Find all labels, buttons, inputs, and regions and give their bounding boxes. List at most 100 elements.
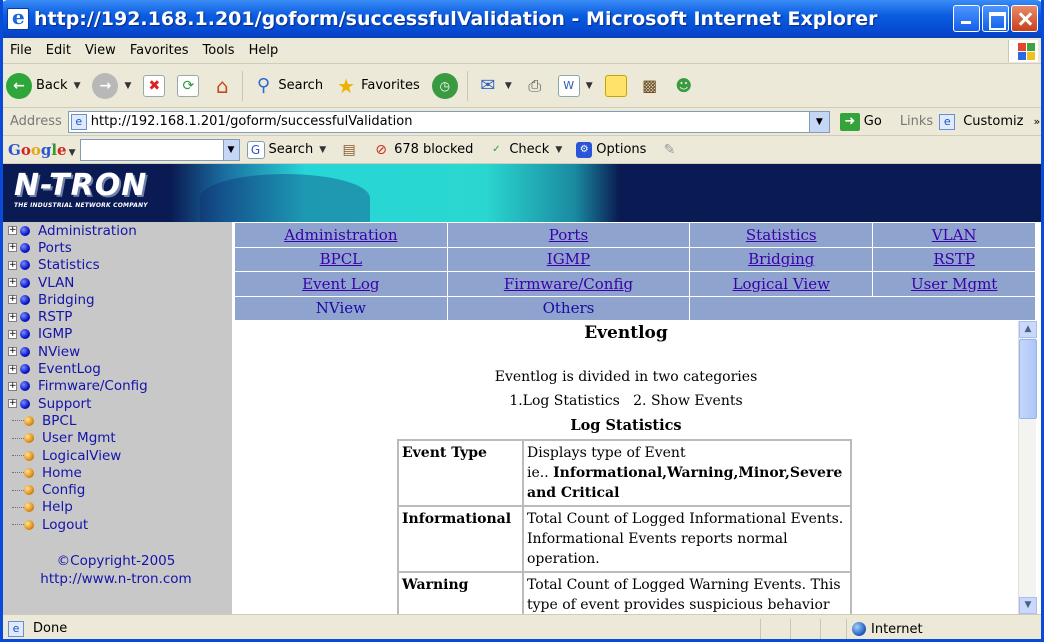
google-logo[interactable]: Google ▼ bbox=[0, 141, 80, 159]
standard-toolbar: ← Back ▼ → ▼ ✖ ⟳ ⌂ ⚲ Search ★ Favorites … bbox=[0, 64, 1044, 108]
intro-text: Eventlog is divided in two categories bbox=[494, 369, 758, 385]
sidebar-item-user-mgmt[interactable]: User Mgmt bbox=[8, 430, 148, 447]
menu-help[interactable]: Help bbox=[242, 43, 286, 58]
nav-vlan[interactable]: VLAN bbox=[872, 222, 1036, 248]
google-input-dropdown-icon[interactable]: ▼ bbox=[222, 139, 239, 160]
expand-icon[interactable]: + bbox=[8, 278, 17, 288]
scroll-up-icon[interactable]: ▲ bbox=[1019, 321, 1037, 338]
nav-administration[interactable]: Administration bbox=[234, 222, 448, 248]
window-title-bar[interactable]: http://192.168.1.201/goform/successfulVa… bbox=[0, 0, 1044, 38]
nav-firmware-config[interactable]: Firmware/Config bbox=[446, 271, 691, 297]
news-button[interactable]: ▤ bbox=[333, 141, 365, 159]
nav-igmp[interactable]: IGMP bbox=[446, 246, 691, 272]
sidebar-item-logicalview[interactable]: LogicalView bbox=[8, 447, 148, 464]
research-button[interactable]: ▩ bbox=[633, 68, 667, 104]
menu-view[interactable]: View bbox=[78, 43, 123, 58]
links-label[interactable]: Links bbox=[900, 114, 933, 129]
content-scrollbar[interactable]: ▲ ▼ bbox=[1018, 321, 1037, 614]
folder-bullet-icon bbox=[20, 277, 30, 288]
discuss-button[interactable] bbox=[599, 68, 633, 104]
close-button[interactable] bbox=[1011, 5, 1038, 32]
nav-user-mgmt[interactable]: User Mgmt bbox=[872, 271, 1036, 297]
menu-edit[interactable]: Edit bbox=[39, 43, 78, 58]
sidebar-item-help[interactable]: Help bbox=[8, 499, 148, 516]
nav-bpcl[interactable]: BPCL bbox=[234, 246, 448, 272]
options-button[interactable]: ⚙ Options bbox=[569, 141, 653, 158]
sidebar-item-vlan[interactable]: + VLAN bbox=[8, 274, 148, 291]
expand-icon[interactable]: + bbox=[8, 347, 17, 357]
back-dropdown-icon[interactable]: ▼ bbox=[74, 81, 81, 91]
back-button[interactable]: ← Back ▼ bbox=[0, 68, 86, 104]
minimize-button[interactable] bbox=[953, 5, 980, 32]
forward-dropdown-icon[interactable]: ▼ bbox=[124, 81, 131, 91]
nav-logical-view[interactable]: Logical View bbox=[689, 271, 874, 297]
sidebar-item-firmware-config[interactable]: + Firmware/Config bbox=[8, 378, 148, 395]
history-button[interactable]: ◷ bbox=[426, 68, 464, 104]
mail-dropdown-icon[interactable]: ▼ bbox=[505, 81, 512, 91]
expand-icon[interactable]: + bbox=[8, 399, 17, 409]
sidebar-item-home[interactable]: Home bbox=[8, 464, 148, 481]
status-divider bbox=[820, 619, 821, 639]
expand-icon[interactable]: + bbox=[8, 243, 17, 253]
google-search-dropdown-icon[interactable]: ▼ bbox=[319, 145, 326, 155]
go-button[interactable]: ➜ Go bbox=[830, 112, 892, 131]
chevron-right-icon[interactable]: » bbox=[1033, 115, 1040, 128]
popup-blocker-button[interactable]: ⊘ 678 blocked bbox=[365, 141, 480, 159]
expand-icon[interactable]: + bbox=[8, 364, 17, 374]
google-search-button[interactable]: G Search ▼ bbox=[240, 140, 334, 159]
search-button[interactable]: ⚲ Search bbox=[246, 68, 329, 104]
spell-check-button[interactable]: ✓ Check ▼ bbox=[480, 141, 569, 159]
sidebar-item-eventlog[interactable]: + EventLog bbox=[8, 360, 148, 377]
menu-tools[interactable]: Tools bbox=[196, 43, 242, 58]
check-dropdown-icon[interactable]: ▼ bbox=[555, 145, 562, 155]
nav-rstp[interactable]: RSTP bbox=[872, 246, 1036, 272]
nav-statistics[interactable]: Statistics bbox=[689, 222, 874, 248]
nav-event-log[interactable]: Event Log bbox=[234, 271, 448, 297]
stop-button[interactable]: ✖ bbox=[137, 68, 171, 104]
nav-bridging[interactable]: Bridging bbox=[689, 246, 874, 272]
sidebar-item-rstp[interactable]: + RSTP bbox=[8, 308, 148, 325]
scroll-thumb[interactable] bbox=[1019, 339, 1037, 419]
expand-icon[interactable]: + bbox=[8, 260, 17, 270]
maximize-button[interactable] bbox=[982, 5, 1009, 32]
print-button[interactable]: ⎙ bbox=[518, 68, 552, 104]
expand-icon[interactable]: + bbox=[8, 381, 17, 391]
expand-icon[interactable]: + bbox=[8, 226, 17, 236]
forward-button[interactable]: → ▼ bbox=[86, 68, 137, 104]
sidebar-item-bpcl[interactable]: BPCL bbox=[8, 412, 148, 429]
sidebar-item-bridging[interactable]: + Bridging bbox=[8, 291, 148, 308]
sidebar-item-nview[interactable]: + NView bbox=[8, 343, 148, 360]
scroll-down-icon[interactable]: ▼ bbox=[1019, 597, 1037, 614]
address-dropdown-icon[interactable]: ▼ bbox=[808, 111, 829, 132]
mail-button[interactable]: ✉ ▼ bbox=[471, 68, 518, 104]
sidebar-item-statistics[interactable]: + Statistics bbox=[8, 257, 148, 274]
messenger-button[interactable]: ☻ bbox=[667, 68, 701, 104]
highlight-button[interactable]: ✎ bbox=[653, 141, 685, 159]
address-input[interactable]: e http://192.168.1.201/goform/successful… bbox=[67, 110, 830, 133]
expand-icon[interactable]: + bbox=[8, 295, 17, 305]
sidebar-item-ports[interactable]: + Ports bbox=[8, 239, 148, 256]
sidebar-item-label: RSTP bbox=[38, 309, 73, 326]
edit-dropdown-icon[interactable]: ▼ bbox=[586, 81, 593, 91]
favorites-button[interactable]: ★ Favorites bbox=[329, 68, 426, 104]
customize-links-button[interactable]: e Customiz » bbox=[933, 113, 1040, 130]
refresh-button[interactable]: ⟳ bbox=[171, 68, 205, 104]
home-button[interactable]: ⌂ bbox=[205, 68, 239, 104]
nav-others[interactable]: Others bbox=[446, 295, 691, 321]
sidebar-item-label: Statistics bbox=[38, 257, 100, 274]
nav-ports[interactable]: Ports bbox=[446, 222, 691, 248]
edit-button[interactable]: W ▼ bbox=[552, 68, 599, 104]
sidebar-item-igmp[interactable]: + IGMP bbox=[8, 326, 148, 343]
google-search-input[interactable]: ▼ bbox=[79, 138, 240, 161]
nav-nview[interactable]: NView bbox=[234, 295, 448, 321]
sidebar-item-administration[interactable]: + Administration bbox=[8, 222, 148, 239]
sidebar-item-label: NView bbox=[38, 343, 81, 360]
menu-favorites[interactable]: Favorites bbox=[123, 43, 196, 58]
expand-icon[interactable]: + bbox=[8, 312, 17, 322]
sidebar-item-config[interactable]: Config bbox=[8, 481, 148, 498]
sidebar-item-support[interactable]: + Support bbox=[8, 395, 148, 412]
expand-icon[interactable]: + bbox=[8, 329, 17, 339]
website-link[interactable]: http://www.n-tron.com bbox=[0, 570, 232, 588]
menu-file[interactable]: File bbox=[0, 43, 39, 58]
sidebar-item-logout[interactable]: Logout bbox=[8, 516, 148, 533]
